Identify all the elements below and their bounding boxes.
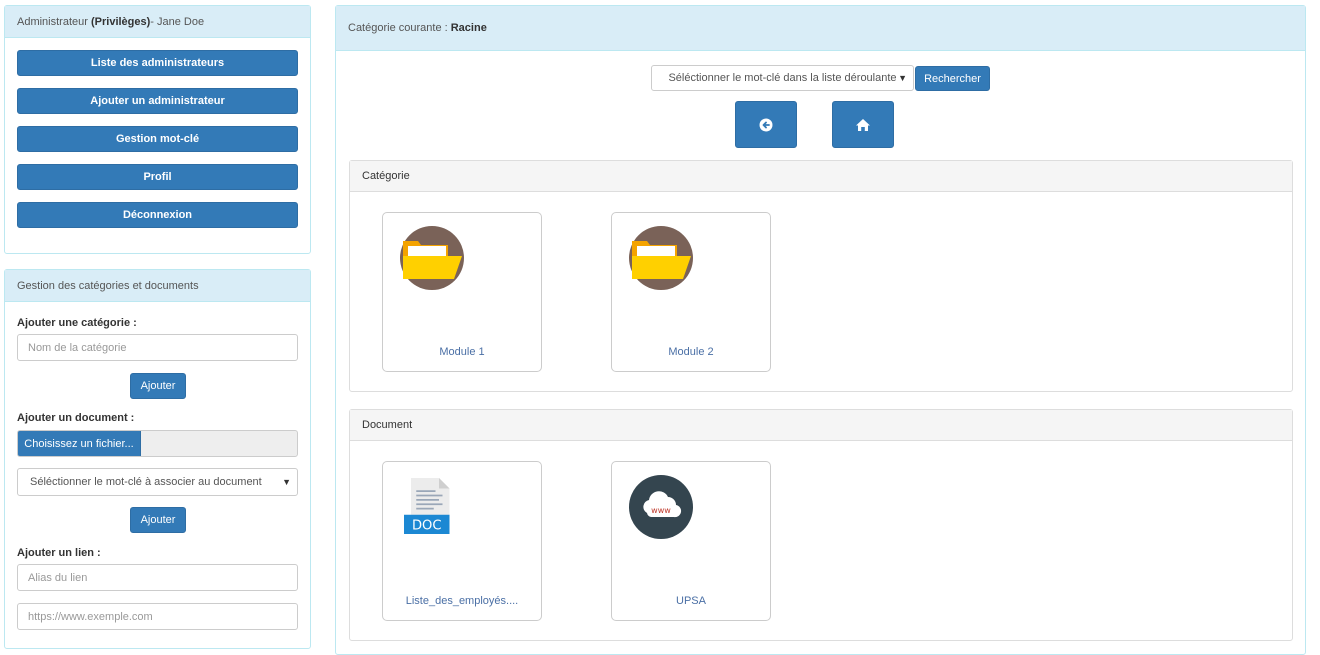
document-card-upsa-link[interactable]: www UPSA: [611, 461, 771, 621]
current-category-heading: Catégorie courante : Racine: [336, 6, 1305, 51]
add-admin-button[interactable]: Ajouter un administrateur: [17, 88, 298, 114]
document-keyword-select[interactable]: Séléctionner le mot-clé à associer au do…: [17, 468, 298, 496]
doc-badge-text: DOC: [412, 519, 442, 534]
list-admins-button[interactable]: Liste des administrateurs: [17, 50, 298, 76]
choose-file-button[interactable]: Choisissez un fichier...: [18, 431, 141, 456]
admin-title-user: - Jane Doe: [150, 15, 205, 28]
main-panel: Catégorie courante : Racine Séléctionner…: [335, 5, 1306, 655]
home-icon: [856, 118, 870, 131]
profile-button[interactable]: Profil: [17, 164, 298, 190]
keyword-search-select-value: Séléctionner le mot-clé dans la liste dé…: [668, 72, 897, 84]
keyword-management-button[interactable]: Gestion mot-clé: [17, 126, 298, 152]
admin-title-privileges: (Privilèges): [90, 15, 151, 28]
back-button[interactable]: [735, 101, 797, 148]
category-card-module-2[interactable]: Module 2: [611, 212, 771, 372]
category-section: Catégorie Module 1 Module 2: [349, 160, 1293, 392]
admin-title-prefix: Administrateur: [17, 15, 88, 28]
link-url-input[interactable]: [17, 603, 298, 630]
caret-down-icon: ▼: [898, 73, 907, 83]
document-card-label: UPSA: [676, 595, 706, 607]
category-card-label: Module 1: [439, 346, 485, 358]
caret-down-icon: ▼: [282, 477, 291, 487]
folder-icon: [400, 226, 464, 290]
add-document-label: Ajouter un document :: [17, 412, 135, 424]
category-section-heading: Catégorie: [350, 161, 1292, 192]
keyword-search-select[interactable]: Séléctionner le mot-clé dans la liste dé…: [651, 65, 914, 91]
file-picker[interactable]: Choisissez un fichier...: [17, 430, 298, 457]
www-badge-text: www: [651, 506, 671, 515]
document-keyword-select-value: Séléctionner le mot-clé à associer au do…: [30, 476, 262, 488]
add-document-button[interactable]: Ajouter: [130, 507, 186, 533]
add-category-button[interactable]: Ajouter: [130, 373, 186, 399]
folder-icon: [629, 226, 693, 290]
document-section: Document DOC Liste_des_employés.... www: [349, 409, 1293, 641]
current-category-label: Catégorie courante :: [348, 22, 448, 34]
back-arrow-icon: [759, 118, 773, 131]
document-section-heading: Document: [350, 410, 1292, 441]
logout-button[interactable]: Déconnexion: [17, 202, 298, 228]
doc-file-icon: DOC: [404, 478, 450, 534]
home-button[interactable]: [832, 101, 894, 148]
category-card-module-1[interactable]: Module 1: [382, 212, 542, 372]
manage-panel: Gestion des catégories et documents Ajou…: [4, 269, 311, 649]
search-button[interactable]: Rechercher: [915, 66, 990, 91]
category-name-input[interactable]: [17, 334, 298, 361]
category-card-label: Module 2: [668, 346, 714, 358]
add-link-label: Ajouter un lien :: [17, 547, 101, 559]
manage-panel-heading: Gestion des catégories et documents: [5, 270, 310, 302]
current-category-value: Racine: [450, 22, 487, 34]
admin-panel: Administrateur (Privilèges) - Jane Doe L…: [4, 5, 311, 254]
document-card-employees-list[interactable]: DOC Liste_des_employés....: [382, 461, 542, 621]
add-category-label: Ajouter une catégorie :: [17, 317, 137, 329]
admin-panel-heading: Administrateur (Privilèges) - Jane Doe: [5, 6, 310, 38]
link-alias-input[interactable]: [17, 564, 298, 591]
www-cloud-icon: www: [629, 475, 693, 539]
document-card-label: Liste_des_employés....: [405, 595, 519, 607]
